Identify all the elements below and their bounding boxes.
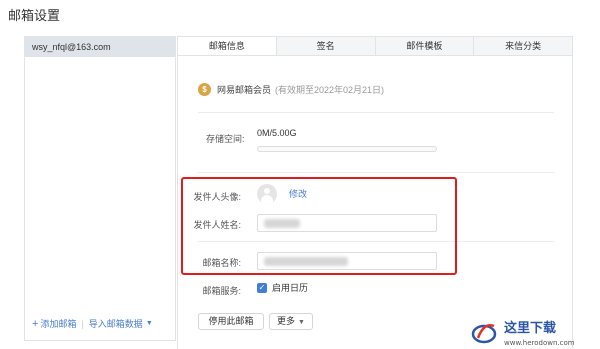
check-icon[interactable]: ✓ [257, 282, 267, 293]
storage-label: 存储空间: [206, 134, 245, 144]
coin-icon: $ [198, 83, 211, 96]
divider [198, 112, 554, 113]
tab-mailbox-info[interactable]: 邮箱信息 [177, 37, 276, 55]
account-sidebar: wsy_nfql@163.com + 添加邮箱 | 导入邮箱数据 ▼ [24, 36, 176, 341]
account-item[interactable]: wsy_nfql@163.com [25, 37, 175, 57]
more-button[interactable]: 更多 ▼ [269, 313, 313, 330]
add-mailbox-link[interactable]: 添加邮箱 [40, 317, 76, 330]
tab-mail-category[interactable]: 来信分类 [473, 37, 572, 55]
disable-mailbox-label: 停用此邮箱 [208, 316, 254, 326]
watermark-url: www.herodown.com [504, 339, 575, 347]
service-label: 邮箱服务: [202, 286, 241, 296]
vip-row: $ 网易邮箱会员 (有效期至2022年02月21日) [198, 83, 384, 96]
calendar-label: 启用日历 [272, 283, 309, 293]
import-data-link[interactable]: 导入邮箱数据 [89, 317, 143, 330]
vip-expire: (有效期至2022年02月21日) [275, 85, 385, 95]
chevron-down-icon: ▼ [298, 319, 305, 326]
watermark-graphic: 这里下载 www.herodown.com [471, 320, 575, 347]
settings-tabs: 邮箱信息 签名 邮件模板 来信分类 [177, 36, 573, 56]
page-title: 邮箱设置 [8, 8, 61, 23]
tab-signature[interactable]: 签名 [275, 37, 375, 55]
storage-value: 0M/5.00G [257, 128, 297, 138]
plus-icon: + [32, 317, 39, 330]
more-label: 更多 [277, 316, 296, 326]
highlight-box [181, 177, 457, 275]
disable-mailbox-button[interactable]: 停用此邮箱 [198, 313, 264, 330]
footer-separator: | [81, 318, 84, 329]
calendar-checkbox-row[interactable]: ✓ 启用日历 [257, 281, 308, 294]
vip-label: 网易邮箱会员 [217, 85, 272, 95]
watermark-text: 这里下载 [504, 320, 556, 336]
divider [198, 172, 554, 173]
chevron-down-icon[interactable]: ▼ [146, 320, 153, 327]
tab-mail-template[interactable]: 邮件模板 [374, 37, 474, 55]
storage-progress-bar [257, 146, 437, 152]
mailbox-info-panel: $ 网易邮箱会员 (有效期至2022年02月21日) 存储空间: 0M/5.00… [177, 56, 573, 349]
sidebar-footer: + 添加邮箱 | 导入邮箱数据 ▼ [25, 317, 175, 330]
watermark-logo: 这里下载 www.herodown.com [470, 312, 600, 349]
